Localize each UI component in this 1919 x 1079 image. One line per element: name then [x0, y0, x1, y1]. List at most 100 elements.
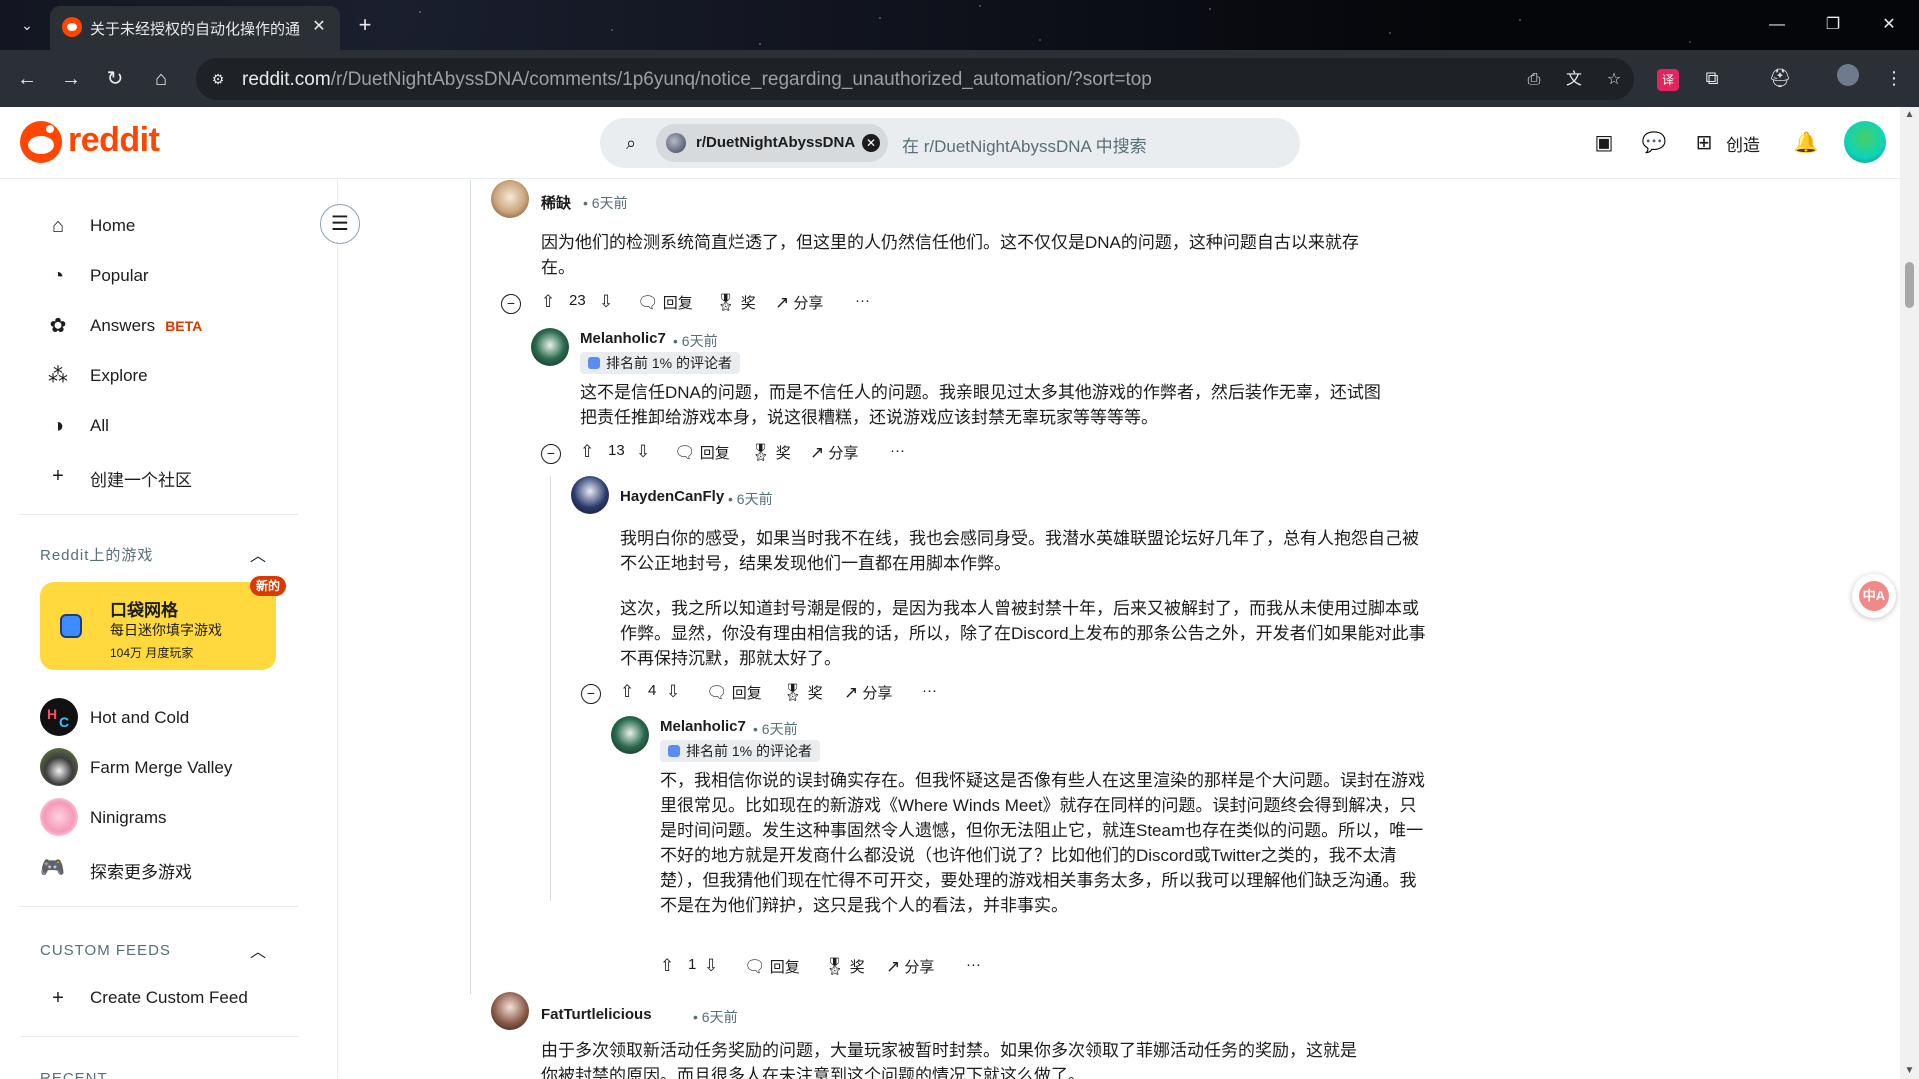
- award-button[interactable]: 🎖 奖: [715, 292, 756, 313]
- comment-avatar[interactable]: [491, 992, 529, 1030]
- comment-author[interactable]: 稀缺: [541, 192, 571, 213]
- games-section-title[interactable]: Reddit上的游戏: [40, 544, 153, 565]
- sidebar-collapse-menu-icon[interactable]: ☰: [320, 204, 360, 244]
- new-tab-button[interactable]: +: [352, 12, 378, 38]
- comment-avatar[interactable]: [571, 476, 609, 514]
- home-page-icon[interactable]: ⌂: [146, 64, 176, 94]
- url-text[interactable]: reddit.com/r/DuetNightAbyssDNA/comments/…: [242, 69, 1152, 91]
- search-input[interactable]: 在 r/DuetNightAbyssDNA 中搜索: [902, 132, 1147, 157]
- clear-chip-icon[interactable]: ✕: [862, 134, 880, 152]
- floating-translate-button[interactable]: 中A: [1852, 574, 1896, 618]
- comment-avatar[interactable]: [611, 716, 649, 754]
- sidebar-item-home[interactable]: ⌂ Home: [20, 202, 298, 248]
- sidebar-item-create-community[interactable]: + 创建一个社区: [20, 452, 298, 498]
- translate-icon[interactable]: 文: [1562, 68, 1586, 92]
- reply-button[interactable]: 🗨 回复: [744, 956, 800, 977]
- share-button[interactable]: ↗ 分享: [844, 682, 892, 703]
- url-bar[interactable]: ⚙ reddit.com/r/DuetNightAbyssDNA/comment…: [196, 58, 1634, 100]
- back-arrow-icon[interactable]: ←: [12, 64, 42, 94]
- downvote-icon[interactable]: ⇩: [636, 442, 650, 462]
- chat-icon[interactable]: 💬: [1640, 129, 1668, 157]
- upvote-icon[interactable]: ⇧: [541, 292, 555, 312]
- bookmark-star-icon[interactable]: ☆: [1602, 68, 1626, 92]
- award-button[interactable]: 🎖 奖: [782, 682, 823, 703]
- comment-avatar[interactable]: [531, 328, 569, 366]
- search-bar[interactable]: ⌕ r/DuetNightAbyssDNA ✕ 在 r/DuetNightAby…: [600, 118, 1300, 168]
- game-item-ninigrams[interactable]: Ninigrams: [20, 794, 298, 840]
- forward-arrow-icon[interactable]: →: [56, 64, 86, 94]
- tab-search-chevron-icon[interactable]: ⌄: [16, 14, 38, 36]
- reply-button[interactable]: 🗨 回复: [674, 442, 730, 463]
- reply-button[interactable]: 🗨 回复: [637, 292, 693, 313]
- game-item-hot-and-cold[interactable]: HC Hot and Cold: [20, 694, 298, 740]
- url-host: reddit.com: [242, 69, 331, 90]
- create-button[interactable]: 创造: [1726, 131, 1760, 156]
- game-item-explore-more[interactable]: 🎮 探索更多游戏: [20, 844, 298, 890]
- more-options-icon[interactable]: ···: [855, 292, 870, 309]
- collapse-thread-icon[interactable]: −: [541, 444, 561, 464]
- notifications-bell-icon[interactable]: 🔔: [1792, 129, 1820, 157]
- restore-icon[interactable]: ❐: [1818, 10, 1848, 40]
- reply-button[interactable]: 🗨 回复: [706, 682, 762, 703]
- more-options-icon[interactable]: ···: [922, 682, 937, 699]
- search-community-chip[interactable]: r/DuetNightAbyssDNA ✕: [656, 124, 888, 162]
- advertise-icon[interactable]: ▣: [1590, 129, 1618, 157]
- tab-close-icon[interactable]: ✕: [308, 16, 330, 38]
- share-button[interactable]: ↗ 分享: [775, 292, 823, 313]
- install-app-icon[interactable]: ⎙: [1522, 68, 1546, 92]
- upvote-icon[interactable]: ⇧: [620, 682, 634, 702]
- downvote-icon[interactable]: ⇩: [599, 292, 613, 312]
- more-options-icon[interactable]: ···: [966, 956, 981, 973]
- collapse-thread-icon[interactable]: −: [581, 684, 601, 704]
- collapse-thread-icon[interactable]: −: [501, 294, 521, 314]
- create-custom-feed[interactable]: + Create Custom Feed: [20, 974, 298, 1020]
- user-avatar[interactable]: [1844, 121, 1886, 163]
- featured-game-card[interactable]: 口袋网格 每日迷你填字游戏 104万 月度玩家: [40, 582, 276, 670]
- page-scrollbar[interactable]: ▲ ▼: [1900, 107, 1919, 1079]
- award-button[interactable]: 🎖 奖: [824, 956, 865, 977]
- scroll-thumb[interactable]: [1905, 262, 1914, 308]
- chevron-up-icon[interactable]: ︿: [250, 1066, 266, 1079]
- downvote-icon[interactable]: ⇩: [704, 956, 718, 976]
- game-item-farm-merge-valley[interactable]: Farm Merge Valley: [20, 744, 298, 790]
- sidebar-item-all[interactable]: ◑ All: [20, 402, 298, 448]
- browser-menu-icon[interactable]: ⋮: [1880, 64, 1908, 92]
- upvote-icon[interactable]: ⇧: [660, 956, 674, 976]
- site-info-icon[interactable]: ⚙: [208, 69, 228, 89]
- more-options-icon[interactable]: ···: [890, 442, 905, 459]
- create-plus-icon[interactable]: ⊞: [1690, 129, 1718, 157]
- extension-translate-icon[interactable]: 译: [1654, 64, 1682, 92]
- share-button[interactable]: ↗ 分享: [810, 442, 858, 463]
- chevron-up-icon[interactable]: ︿: [250, 938, 266, 962]
- sidebar-item-popular[interactable]: ◔ Popular: [20, 252, 298, 298]
- gamepad-icon: 🎮: [40, 857, 65, 879]
- new-badge: 新的: [250, 576, 286, 596]
- recent-title[interactable]: RECENT: [40, 1070, 108, 1079]
- reddit-logo-icon[interactable]: [20, 121, 62, 163]
- custom-feeds-title[interactable]: CUSTOM FEEDS: [40, 942, 171, 959]
- comment-author[interactable]: HaydenCanFly: [620, 488, 724, 505]
- scroll-up-arrow-icon[interactable]: ▲: [1900, 107, 1919, 123]
- incognito-icon[interactable]: ⛑: [1766, 64, 1794, 92]
- scroll-down-arrow-icon[interactable]: ▼: [1900, 1063, 1919, 1079]
- browser-tab-active[interactable]: 关于未经授权的自动化操作的通知 ✕: [50, 6, 340, 50]
- comment-author[interactable]: FatTurtlelicious: [541, 1006, 652, 1023]
- upvote-icon[interactable]: ⇧: [580, 442, 594, 462]
- share-button[interactable]: ↗ 分享: [886, 956, 934, 977]
- window-close-icon[interactable]: ✕: [1874, 10, 1904, 40]
- comment-paragraph: 这次，我之所以知道封号潮是假的，是因为我本人曾被封禁十年，后来又被解封了，而我从…: [620, 599, 1426, 668]
- downvote-icon[interactable]: ⇩: [666, 682, 680, 702]
- reddit-wordmark[interactable]: reddit: [68, 121, 160, 160]
- share-label: 分享: [862, 685, 893, 702]
- sidebar-item-answers[interactable]: ✿ Answers BETA: [20, 302, 298, 348]
- chevron-up-icon[interactable]: ︿: [250, 542, 266, 566]
- comment-avatar[interactable]: [491, 180, 529, 218]
- reload-icon[interactable]: ↻: [100, 64, 130, 94]
- extensions-puzzle-icon[interactable]: ⧉: [1698, 64, 1726, 92]
- minimize-icon[interactable]: —: [1762, 10, 1792, 40]
- comment-author[interactable]: Melanholic7: [580, 330, 666, 347]
- sidebar-item-explore[interactable]: ⁂ Explore: [20, 352, 298, 398]
- award-button[interactable]: 🎖 奖: [750, 442, 791, 463]
- comment-author[interactable]: Melanholic7: [660, 718, 746, 735]
- profile-avatar-icon[interactable]: [1834, 64, 1862, 92]
